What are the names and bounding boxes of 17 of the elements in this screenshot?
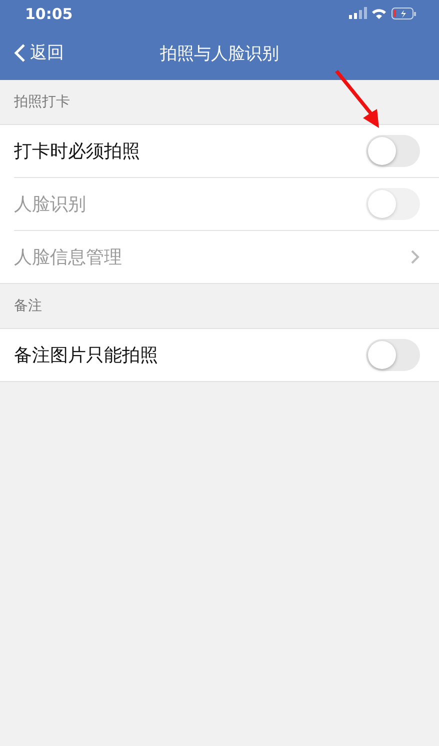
toggle-switch[interactable] <box>366 339 420 371</box>
signal-icon <box>349 6 367 18</box>
arrow-icon <box>333 70 381 130</box>
toggle-switch[interactable] <box>366 135 420 167</box>
section-header: 拍照打卡 <box>14 93 70 111</box>
back-chevron-icon <box>14 42 26 62</box>
page-title: 拍照与人脸识别 <box>160 43 279 65</box>
setting-label: 人脸识别 <box>14 193 86 216</box>
battery-icon <box>392 7 416 19</box>
section-header: 备注 <box>14 297 42 315</box>
back-button[interactable]: 返回 <box>12 39 66 66</box>
setting-label: 人脸信息管理 <box>14 246 122 269</box>
status-time: 10:05 <box>25 4 73 22</box>
setting-label: 打卡时必须拍照 <box>14 140 140 163</box>
setting-label: 备注图片只能拍照 <box>14 344 158 367</box>
wifi-icon <box>372 8 386 18</box>
chevron-right-icon[interactable] <box>410 249 420 265</box>
